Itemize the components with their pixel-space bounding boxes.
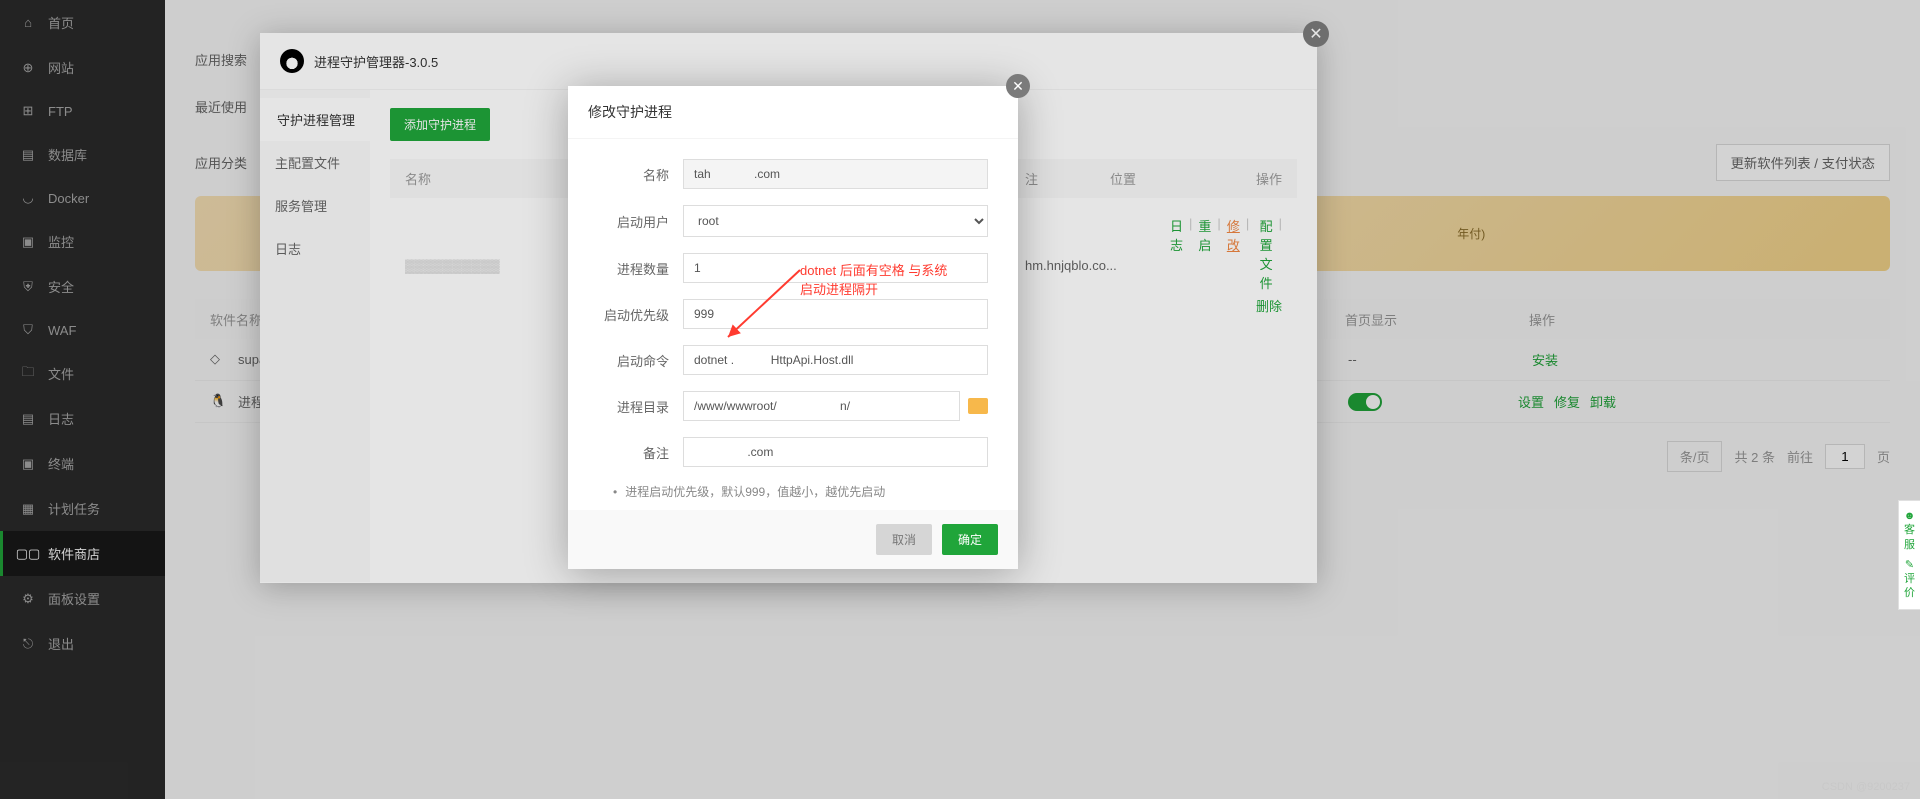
priority-hint: 进程启动优先级，默认999，值越小，越优先启动 <box>598 483 988 500</box>
priority-input[interactable] <box>683 299 988 329</box>
note-input[interactable] <box>683 437 988 467</box>
modal2-title: 修改守护进程 <box>568 86 1018 139</box>
name-input[interactable] <box>683 159 988 189</box>
close-icon[interactable]: ✕ <box>1006 74 1030 98</box>
side-support-tab[interactable]: ☻ 客服 ✎ 评价 <box>1898 500 1920 610</box>
cmd-input[interactable] <box>683 345 988 375</box>
cancel-button[interactable]: 取消 <box>876 524 932 555</box>
ok-button[interactable]: 确定 <box>942 524 998 555</box>
edit-icon: ✎ <box>1903 558 1916 572</box>
user-select[interactable]: root <box>683 205 988 237</box>
edit-daemon-modal: ✕ 修改守护进程 名称 启动用户 root 进程数量 启动优先级 启动命令 进程… <box>568 86 1018 569</box>
support-icon: ☻ <box>1903 509 1916 523</box>
count-input[interactable] <box>683 253 988 283</box>
watermark: CSDN @9200237 <box>1822 781 1910 793</box>
dir-input[interactable] <box>683 391 960 421</box>
browse-folder-icon[interactable] <box>968 398 988 414</box>
